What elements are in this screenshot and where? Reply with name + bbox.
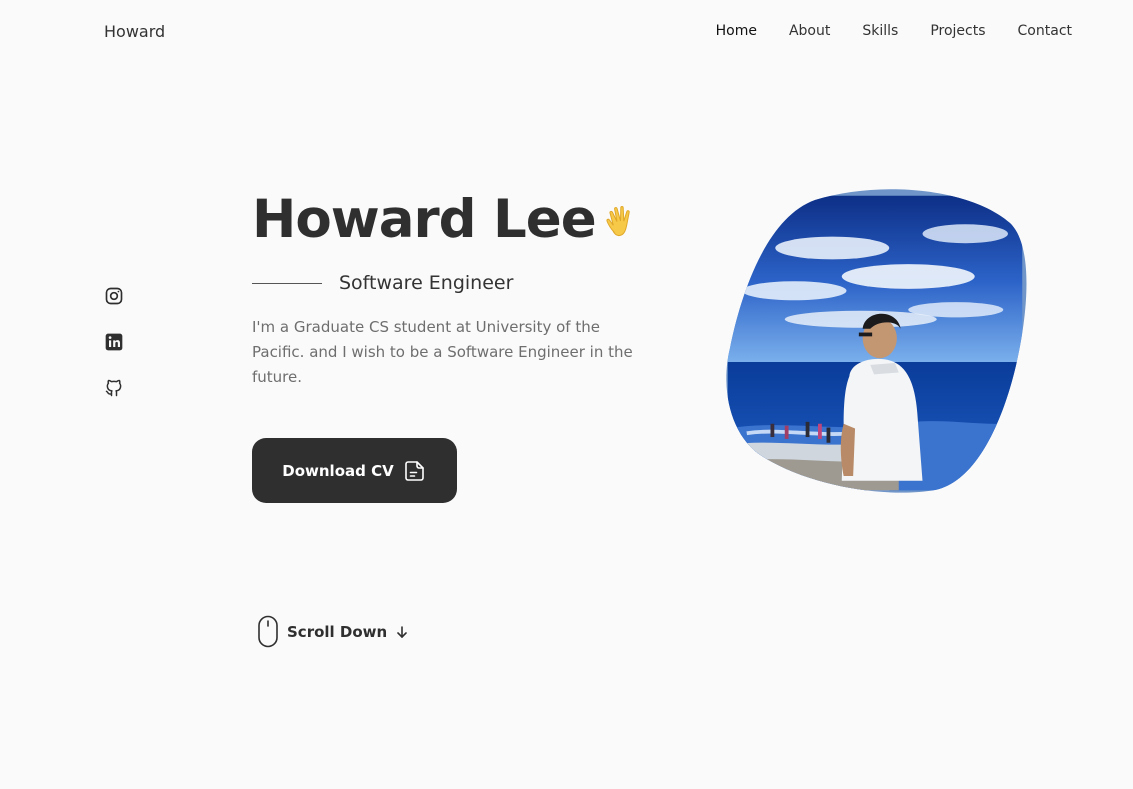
mouse-icon (258, 615, 278, 648)
hero-name: Howard Lee (252, 189, 597, 250)
scroll-down-label: Scroll Down (287, 622, 388, 641)
profile-photo (720, 188, 1030, 498)
page: Howard Home About Skills Projects Contac… (0, 0, 1133, 789)
role-row: Software Engineer (252, 272, 513, 294)
social-links (104, 286, 124, 398)
hero-description: I'm a Graduate CS student at University … (252, 318, 633, 386)
arrow-down-icon (397, 625, 408, 638)
waving-hand-icon (602, 202, 642, 242)
nav-projects[interactable]: Projects (930, 23, 985, 39)
linkedin-icon[interactable] (104, 332, 124, 352)
document-icon (404, 460, 424, 481)
nav-contact[interactable]: Contact (1018, 23, 1072, 39)
role-divider (252, 282, 322, 284)
main-nav: Home About Skills Projects Contact (716, 23, 1072, 39)
scroll-down-link[interactable]: Scroll Down (257, 615, 409, 648)
logo-link[interactable]: Howard (104, 22, 165, 41)
download-cv-button[interactable]: Download CV (252, 438, 457, 503)
role-title: Software Engineer (339, 272, 514, 294)
nav-skills[interactable]: Skills (862, 23, 898, 39)
github-icon[interactable] (104, 378, 124, 398)
nav-home[interactable]: Home (716, 23, 757, 39)
nav-about[interactable]: About (789, 23, 830, 39)
instagram-icon[interactable] (104, 286, 124, 306)
download-cv-label: Download CV (282, 461, 394, 480)
hero-title-row: Howard Lee (252, 188, 642, 252)
